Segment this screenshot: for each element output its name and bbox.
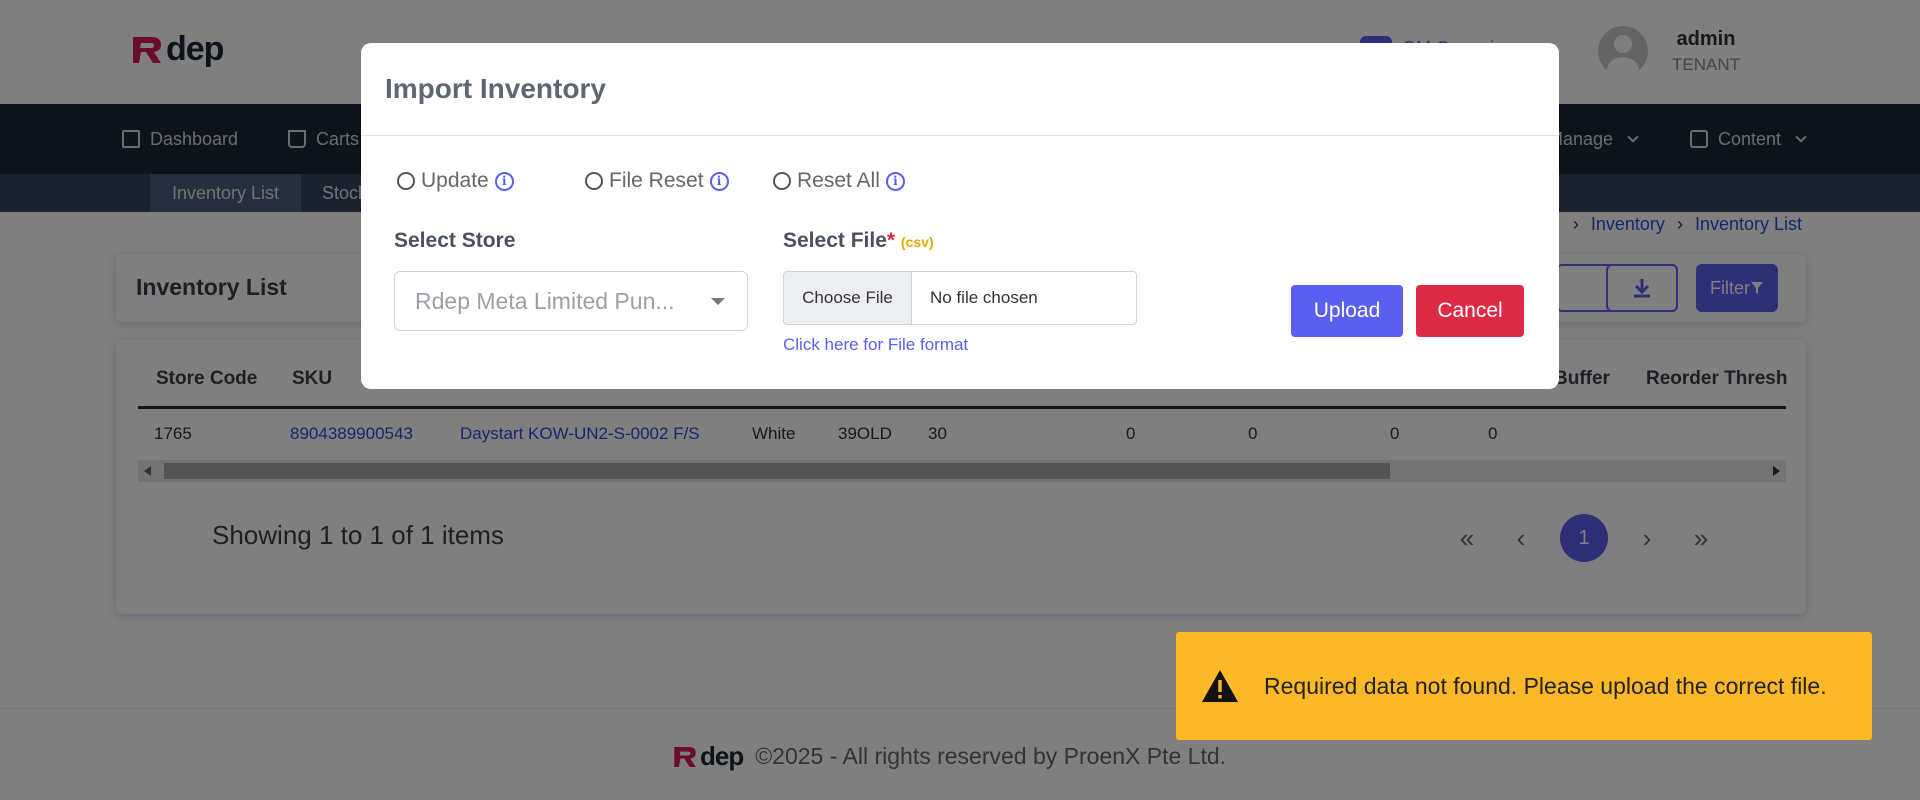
select-file-label-text: Select File	[783, 229, 887, 252]
radio-label: File Reset	[609, 169, 704, 192]
store-select[interactable]: Rdep Meta Limited Pun...	[394, 271, 748, 331]
select-file-label: Select File* (csv)	[783, 229, 934, 253]
choose-file-button[interactable]: Choose File	[784, 272, 912, 324]
import-inventory-modal: Import Inventory Update i File Reset i R…	[361, 43, 1559, 389]
info-icon[interactable]: i	[494, 171, 514, 191]
radio-reset-all[interactable]: Reset All i	[773, 169, 905, 193]
store-select-value: Rdep Meta Limited Pun...	[415, 288, 675, 314]
upload-button[interactable]: Upload	[1291, 285, 1403, 337]
toast-message: Required data not found. Please upload t…	[1264, 672, 1827, 699]
caret-down-icon	[711, 298, 725, 305]
modal-title: Import Inventory	[385, 73, 606, 104]
radio-file-reset[interactable]: File Reset i	[585, 169, 729, 193]
warning-toast[interactable]: Required data not found. Please upload t…	[1176, 632, 1872, 740]
radio-update[interactable]: Update i	[397, 169, 514, 193]
radio-button[interactable]	[773, 172, 791, 190]
info-icon[interactable]: i	[709, 171, 729, 191]
file-status: No file chosen	[930, 288, 1038, 307]
radio-button[interactable]	[585, 172, 603, 190]
required-marker: *	[886, 229, 896, 252]
file-input[interactable]: Choose File No file chosen	[783, 271, 1137, 325]
file-type-hint: (csv)	[900, 234, 934, 250]
file-format-link[interactable]: Click here for File format	[783, 335, 968, 355]
radio-button[interactable]	[397, 172, 415, 190]
radio-label: Reset All	[797, 169, 880, 192]
select-store-label: Select Store	[394, 229, 516, 252]
info-icon[interactable]: i	[885, 171, 905, 191]
modal-divider	[361, 135, 1559, 136]
cancel-button[interactable]: Cancel	[1416, 285, 1524, 337]
warning-icon	[1202, 670, 1238, 702]
radio-label: Update	[421, 169, 489, 192]
